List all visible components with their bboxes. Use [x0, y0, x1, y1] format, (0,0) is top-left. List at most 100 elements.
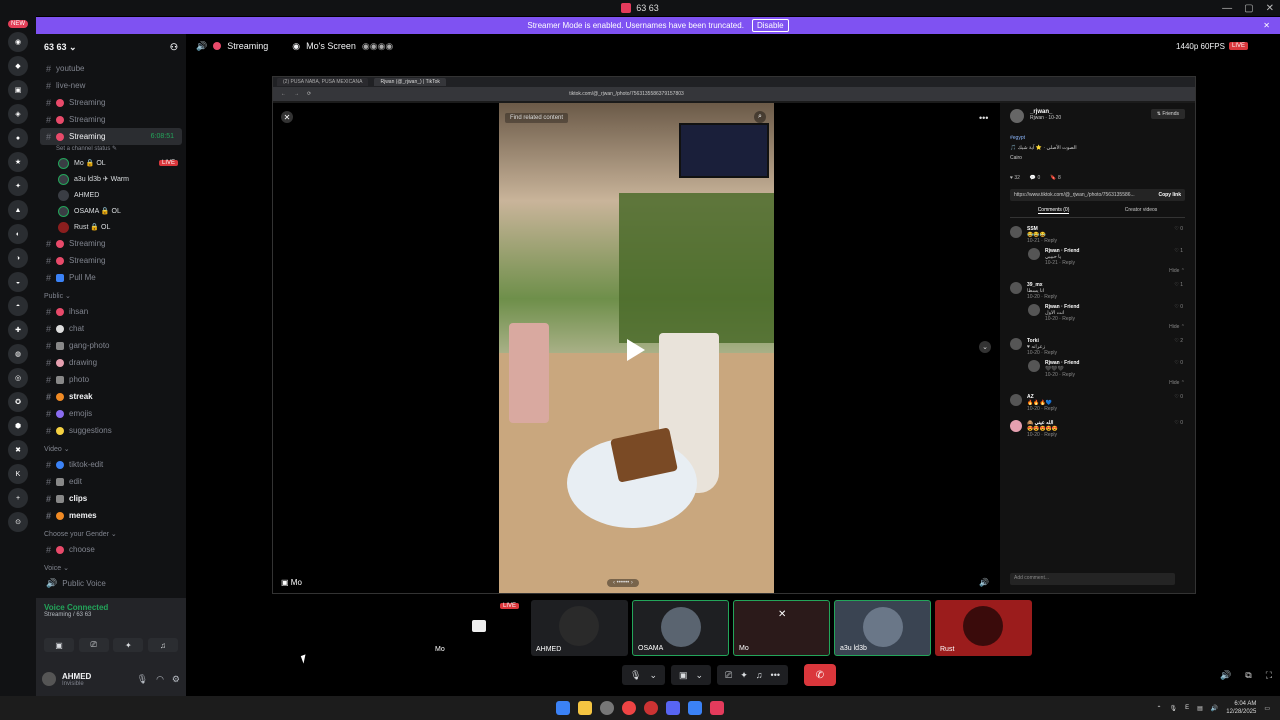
channel-item[interactable]: # gang-photo [36, 337, 186, 354]
category-public[interactable]: Public ⌄ [36, 286, 186, 303]
tab-creator-videos[interactable]: Creator videos [1125, 207, 1158, 214]
like-icon[interactable]: ♡ 0 [1174, 420, 1183, 426]
volume-icon[interactable]: 🔊 [979, 578, 989, 587]
channel-item[interactable]: # emojis [36, 405, 186, 422]
like-icon[interactable]: ♡ 0 [1174, 360, 1183, 366]
network-icon[interactable]: ▤ [1197, 705, 1203, 712]
hide-replies[interactable]: Hide ⌃ [1010, 324, 1185, 330]
location-label[interactable]: Cairo [1010, 155, 1185, 161]
close-button[interactable]: ✕ [1266, 3, 1274, 14]
more-icon[interactable]: ••• [979, 113, 988, 123]
soundboard-icon[interactable]: ♫ [147, 638, 178, 652]
minimize-button[interactable]: — [1222, 3, 1232, 14]
avatar[interactable] [1010, 394, 1022, 406]
guild-header[interactable]: 63 63 ⌄ ⚇ [36, 34, 186, 60]
share-screen-icon[interactable]: ⎚ [78, 638, 109, 652]
avatar[interactable] [1010, 226, 1022, 238]
server-icon[interactable]: ✦ [8, 176, 28, 196]
copy-link-button[interactable]: Copy link [1158, 192, 1181, 198]
banner-close-icon[interactable]: ✕ [1263, 21, 1270, 30]
more-icon[interactable]: ••• [771, 670, 780, 680]
like-icon[interactable]: ♡ 0 [1174, 304, 1183, 310]
fullscreen-icon[interactable]: ⛶ [1266, 670, 1272, 681]
hashtag-link[interactable]: #egypt [1010, 135, 1185, 141]
camera-off-icon[interactable]: ▣ [679, 670, 688, 681]
hide-replies[interactable]: Hide ⌃ [1010, 380, 1185, 386]
server-icon[interactable]: ✪ [8, 392, 28, 412]
chevron-down-icon[interactable]: ⌄ [979, 341, 991, 353]
find-related-button[interactable]: Find related content [505, 113, 569, 123]
category-video[interactable]: Video ⌄ [36, 439, 186, 456]
windows-start-icon[interactable] [556, 701, 570, 715]
guild-name[interactable]: 63 63 ⌄ [44, 42, 77, 53]
voice-user[interactable]: OSAMA 🔒 OL [36, 203, 186, 219]
soundboard-icon[interactable]: ♫ [756, 670, 763, 680]
like-count[interactable]: ♥ 32 [1010, 175, 1020, 181]
language-indicator[interactable]: E [1185, 705, 1189, 711]
like-icon[interactable]: ♡ 1 [1174, 282, 1183, 288]
voice-channel-path[interactable]: Streaming / 63 63 [44, 612, 178, 618]
notification-icon[interactable]: ▭ [1264, 705, 1270, 712]
video-frame[interactable]: Find related content ⌕ ‹ •••••• › [499, 103, 774, 593]
share-screen-icon[interactable]: ⎚ [725, 670, 732, 681]
play-icon[interactable] [627, 339, 645, 361]
like-icon[interactable]: ♡ 1 [1174, 248, 1183, 254]
hide-replies[interactable]: Hide ⌃ [1010, 268, 1185, 274]
forward-icon[interactable]: → [294, 91, 299, 97]
avatar[interactable] [1010, 338, 1022, 350]
channel-item[interactable]: # choose [36, 541, 186, 558]
server-icon[interactable]: ◒ [8, 272, 28, 292]
server-icon[interactable]: ★ [8, 152, 28, 172]
volume-icon[interactable]: 🔊 [1220, 670, 1231, 681]
server-icon[interactable]: ▣ [8, 80, 28, 100]
sound-label[interactable]: 🎵 الصوت الأصلي · ⭐ آية شيك [1010, 145, 1185, 151]
camera-control[interactable]: ▣ ⌄ [670, 665, 712, 685]
category-voice[interactable]: Voice ⌄ [36, 558, 186, 575]
channel-item[interactable]: # streak [36, 388, 186, 405]
maximize-button[interactable]: ▢ [1244, 3, 1253, 14]
volume-icon[interactable]: 🔊 [1211, 705, 1218, 712]
participant-tile[interactable]: OSAMA [632, 600, 729, 656]
browser-icon[interactable] [644, 701, 658, 715]
search-icon[interactable]: ⌕ [754, 111, 766, 123]
server-icon[interactable]: K [8, 464, 28, 484]
disconnect-button[interactable]: ✆ [804, 664, 836, 686]
server-icon[interactable]: ◉ [8, 32, 28, 52]
avatar[interactable] [42, 672, 56, 686]
avatar[interactable] [1010, 420, 1022, 432]
voice-channel-item[interactable]: # Streaming [36, 94, 186, 111]
chevron-down-icon[interactable]: ⌄ [649, 670, 657, 681]
voice-channel-item[interactable]: 🔊 Public Voice [36, 575, 186, 592]
server-icon[interactable]: ◎ [8, 368, 28, 388]
chevron-down-icon[interactable]: ⌄ [696, 670, 704, 681]
channel-item[interactable]: # photo [36, 371, 186, 388]
like-icon[interactable]: ♡ 0 [1174, 226, 1183, 232]
voice-channel-item[interactable]: # Streaming [36, 235, 186, 252]
channel-item[interactable]: # suggestions [36, 422, 186, 439]
reload-icon[interactable]: ⟳ [307, 91, 311, 97]
close-icon[interactable]: ✕ [281, 111, 293, 123]
participant-tile[interactable]: a3u ld3b [834, 600, 931, 656]
server-icon[interactable]: ◓ [8, 296, 28, 316]
voice-channel-item[interactable]: # Streaming [36, 252, 186, 269]
activities-icon[interactable]: ✦ [113, 638, 144, 652]
chrome-icon[interactable] [622, 701, 636, 715]
clock[interactable]: 6:04 AM 12/28/2025 [1226, 700, 1256, 716]
channel-item[interactable]: # clips [36, 490, 186, 507]
server-icon[interactable]: ◍ [8, 344, 28, 364]
save-count[interactable]: 🔖 8 [1050, 175, 1060, 181]
server-icon[interactable]: ◐ [8, 224, 28, 244]
telegram-icon[interactable] [688, 701, 702, 715]
channel-item[interactable]: # memes [36, 507, 186, 524]
server-icon[interactable]: ◆ [8, 56, 28, 76]
server-icon[interactable]: ⬢ [8, 416, 28, 436]
browser-tab[interactable]: Rjwan (@_rjwan_) | TikTok [374, 78, 446, 86]
channel-item[interactable]: # ihsan [36, 303, 186, 320]
like-icon[interactable]: ♡ 2 [1174, 338, 1183, 344]
voice-user[interactable]: Rust 🔒 OL [36, 219, 186, 235]
avatar[interactable] [1010, 109, 1024, 123]
photo-nav[interactable]: ‹ •••••• › [607, 579, 639, 587]
avatar[interactable] [1028, 304, 1040, 316]
discover-icon[interactable]: ⊙ [8, 512, 28, 532]
add-member-icon[interactable]: ⚇ [170, 42, 178, 53]
